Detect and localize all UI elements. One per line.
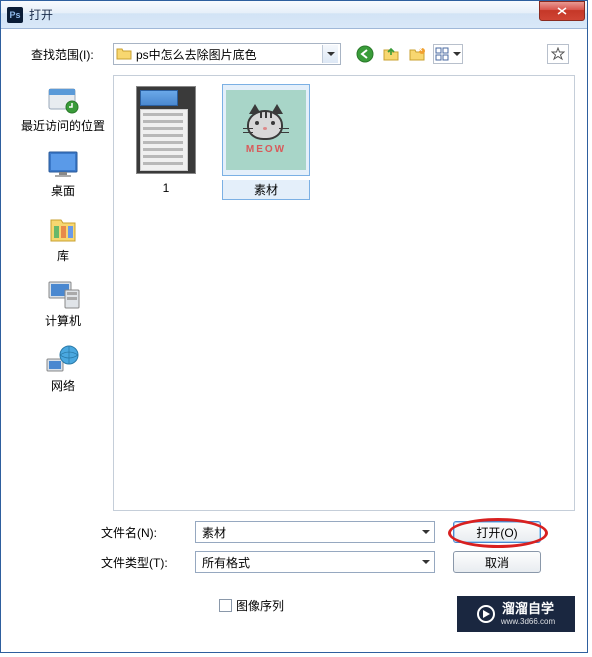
watermark: 溜溜自学 www.3d66.com <box>457 596 575 632</box>
dropdown-arrow[interactable] <box>322 45 338 63</box>
star-icon <box>551 47 565 61</box>
open-button[interactable]: 打开(O) <box>453 521 541 543</box>
lookup-row: 查找范围(I): ps中怎么去除图片底色 <box>31 43 575 65</box>
sidebar-item-network[interactable]: 网络 <box>13 337 113 402</box>
close-button[interactable] <box>539 1 585 21</box>
play-icon <box>477 605 495 623</box>
cancel-button[interactable]: 取消 <box>453 551 541 573</box>
sidebar-item-computer[interactable]: 计算机 <box>13 272 113 337</box>
sidebar-item-label: 网络 <box>51 377 75 394</box>
sidebar-item-label: 库 <box>57 247 69 264</box>
back-icon <box>356 45 374 63</box>
folder-name: ps中怎么去除图片底色 <box>136 46 322 63</box>
titlebar: Ps 打开 <box>1 1 587 29</box>
meow-text: MEOW <box>246 144 286 155</box>
sidebar-item-label: 最近访问的位置 <box>21 117 105 134</box>
sidebar-item-desktop[interactable]: 桌面 <box>13 142 113 207</box>
file-item[interactable]: 1 <box>122 84 210 196</box>
sidebar-item-label: 计算机 <box>45 312 81 329</box>
new-folder-button[interactable] <box>407 44 427 64</box>
up-folder-icon <box>382 46 400 62</box>
main-area: 最近访问的位置 桌面 <box>13 75 575 511</box>
filetype-label: 文件类型(T): <box>101 554 195 571</box>
view-menu-icon <box>435 47 451 61</box>
filetype-value: 所有格式 <box>196 554 418 571</box>
recent-places-icon <box>45 83 81 115</box>
nav-toolbar <box>355 44 463 64</box>
lookup-label: 查找范围(I): <box>31 46 113 63</box>
chevron-down-icon <box>422 530 430 534</box>
back-button[interactable] <box>355 44 375 64</box>
filetype-dropdown[interactable]: 所有格式 <box>195 551 435 573</box>
new-folder-icon <box>408 46 426 62</box>
filename-row: 文件名(N): 素材 打开(O) <box>101 521 575 543</box>
computer-icon <box>45 278 81 310</box>
folder-icon <box>116 47 132 61</box>
chevron-down-icon <box>453 52 461 56</box>
file-item-selected[interactable]: MEOW 素材 <box>222 84 310 200</box>
image-sequence-label: 图像序列 <box>236 597 284 614</box>
folder-dropdown[interactable]: ps中怎么去除图片底色 <box>113 43 341 65</box>
filename-value: 素材 <box>196 524 418 541</box>
sidebar-item-libraries[interactable]: 库 <box>13 207 113 272</box>
chevron-down-icon <box>327 52 335 56</box>
network-icon <box>45 343 81 375</box>
open-button-label: 打开(O) <box>476 524 517 541</box>
photoshop-icon: Ps <box>7 7 23 23</box>
filetype-dropdown-arrow[interactable] <box>418 552 434 572</box>
libraries-icon <box>45 213 81 245</box>
cancel-button-label: 取消 <box>485 554 509 571</box>
favorite-button[interactable] <box>547 44 569 64</box>
sidebar-item-label: 桌面 <box>51 182 75 199</box>
filename-input[interactable]: 素材 <box>195 521 435 543</box>
watermark-main: 溜溜自学 <box>502 601 554 617</box>
watermark-sub: www.3d66.com <box>501 617 555 627</box>
file-thumbnail <box>122 84 210 176</box>
sidebar-item-recent[interactable]: 最近访问的位置 <box>13 77 113 142</box>
close-icon <box>557 7 567 15</box>
filename-dropdown-arrow[interactable] <box>418 522 434 542</box>
dialog-content: 查找范围(I): ps中怎么去除图片底色 <box>1 29 587 624</box>
file-name: 1 <box>155 180 178 196</box>
filetype-row: 文件类型(T): 所有格式 取消 <box>101 551 575 573</box>
window-title: 打开 <box>29 6 539 23</box>
view-menu-button[interactable] <box>433 44 463 64</box>
desktop-icon <box>45 148 81 180</box>
filename-label: 文件名(N): <box>101 524 195 541</box>
file-list-area[interactable]: 1 <box>113 75 575 511</box>
chevron-down-icon <box>422 560 430 564</box>
places-sidebar: 最近访问的位置 桌面 <box>13 75 113 511</box>
file-thumbnail: MEOW <box>222 84 310 176</box>
image-sequence-checkbox[interactable] <box>219 599 232 612</box>
up-button[interactable] <box>381 44 401 64</box>
open-dialog-window: Ps 打开 查找范围(I): ps中怎么去除图片底色 <box>0 0 588 653</box>
file-name: 素材 <box>222 180 310 200</box>
